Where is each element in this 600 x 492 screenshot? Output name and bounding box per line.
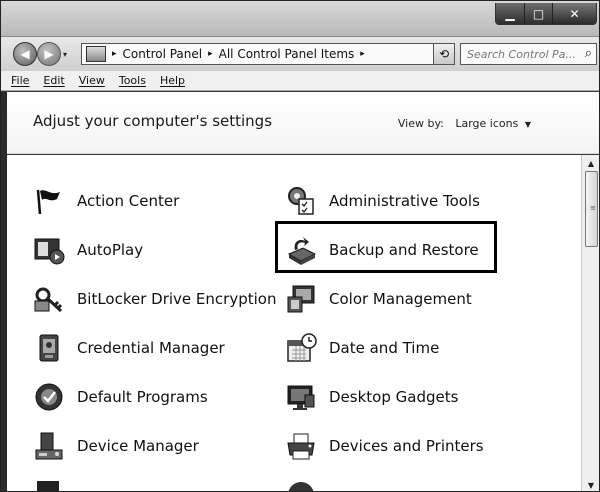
item-label: Color Management — [329, 290, 472, 308]
content-header: Adjust your computer's settings View by:… — [7, 92, 599, 154]
item-label: Credential Manager — [77, 339, 225, 357]
scroll-down-button[interactable]: ▼ — [582, 477, 599, 491]
item-desktop-gadgets[interactable]: Desktop Gadgets — [283, 377, 458, 417]
breadcrumb-all-items[interactable]: All Control Panel Items — [219, 47, 355, 61]
admin-tools-icon — [283, 185, 319, 217]
maximize-button[interactable]: □ — [524, 3, 552, 24]
item-label: BitLocker Drive Encryption — [77, 290, 277, 308]
breadcrumb-control-panel[interactable]: Control Panel — [123, 47, 203, 61]
item-devices-and-printers[interactable]: Devices and Printers — [283, 426, 484, 466]
control-panel-window: ▁ □ ✕ ◀ ▶ ▾ ▸ Control Panel ▸ All Contro… — [0, 0, 600, 492]
menu-help[interactable]: Help — [160, 74, 185, 87]
item-default-programs[interactable]: Default Programs — [31, 377, 208, 417]
item-color-management[interactable]: Color Management — [283, 279, 472, 319]
calendar-clock-icon — [283, 332, 319, 364]
recent-pages-dropdown[interactable]: ▾ — [63, 50, 67, 59]
device-manager-icon — [31, 430, 67, 462]
refresh-button[interactable]: ⟲ — [433, 43, 455, 65]
printer-icon — [283, 430, 319, 462]
search-placeholder: Search Control Pa... — [467, 47, 576, 61]
menu-edit[interactable]: Edit — [43, 74, 64, 87]
item-device-manager[interactable]: Device Manager — [31, 426, 199, 466]
breadcrumb-separator-icon[interactable]: ▸ — [112, 49, 117, 59]
menu-file[interactable]: File — [11, 74, 29, 87]
grip-icon: ≡ — [590, 204, 596, 212]
item-label: Action Center — [77, 192, 180, 210]
display-icon — [31, 479, 67, 491]
autoplay-icon — [31, 234, 67, 266]
vertical-scrollbar[interactable]: ▲ ≡ ▼ — [581, 155, 599, 491]
item-label: Date and Time — [329, 339, 440, 357]
search-input[interactable]: Search Control Pa... ⌕ — [460, 43, 597, 65]
page-title: Adjust your computer's settings — [33, 112, 273, 130]
item-bitlocker[interactable]: BitLocker Drive Encryption — [31, 279, 276, 319]
item-credential-manager[interactable]: Credential Manager — [31, 328, 225, 368]
view-by-value[interactable]: Large icons — [455, 117, 518, 130]
chevron-down-icon[interactable]: ▼ — [525, 120, 531, 129]
item-date-and-time[interactable]: Date and Time — [283, 328, 439, 368]
forward-button[interactable]: ▶ — [37, 42, 61, 66]
control-panel-items: Action Center Administrative Tools AutoP… — [7, 155, 581, 491]
item-partial-next-row[interactable] — [283, 475, 329, 491]
menu-tools[interactable]: Tools — [119, 74, 146, 87]
navigation-bar: ◀ ▶ ▾ ▸ Control Panel ▸ All Control Pane… — [1, 37, 599, 71]
item-partial-next-row[interactable] — [31, 475, 77, 491]
gadgets-icon — [283, 381, 319, 413]
item-administrative-tools[interactable]: Administrative Tools — [283, 181, 480, 221]
default-programs-icon — [31, 381, 67, 413]
item-label: Device Manager — [77, 437, 199, 455]
breadcrumb-separator-icon[interactable]: ▸ — [360, 49, 365, 59]
view-by-control[interactable]: View by: Large icons ▼ — [398, 117, 531, 130]
menu-view[interactable]: View — [79, 74, 105, 87]
item-label: Devices and Printers — [329, 437, 484, 455]
flag-icon — [31, 185, 67, 217]
item-action-center[interactable]: Action Center — [31, 181, 179, 221]
minimize-button[interactable]: ▁ — [496, 3, 524, 24]
address-bar[interactable]: ▸ Control Panel ▸ All Control Panel Item… — [81, 43, 455, 65]
back-button[interactable]: ◀ — [13, 42, 37, 66]
selection-highlight — [275, 221, 497, 273]
item-label: Administrative Tools — [329, 192, 480, 210]
color-management-icon — [283, 283, 319, 315]
search-icon[interactable]: ⌕ — [585, 46, 592, 61]
item-label: Desktop Gadgets — [329, 388, 459, 406]
bitlocker-key-icon — [31, 283, 67, 315]
control-panel-icon — [86, 46, 106, 62]
breadcrumb-separator-icon[interactable]: ▸ — [208, 49, 213, 59]
menu-bar: File Edit View Tools Help — [1, 71, 599, 91]
folder-options-icon — [283, 479, 319, 491]
title-bar: ▁ □ ✕ — [1, 1, 599, 37]
credential-icon — [31, 332, 67, 364]
item-label: Default Programs — [77, 388, 208, 406]
view-by-label: View by: — [397, 117, 444, 130]
caption-buttons: ▁ □ ✕ — [495, 3, 597, 25]
close-button[interactable]: ✕ — [552, 3, 596, 24]
item-label: AutoPlay — [77, 241, 144, 259]
scroll-up-button[interactable]: ▲ — [582, 155, 599, 171]
scroll-thumb[interactable]: ≡ — [585, 171, 598, 247]
item-autoplay[interactable]: AutoPlay — [31, 230, 143, 270]
